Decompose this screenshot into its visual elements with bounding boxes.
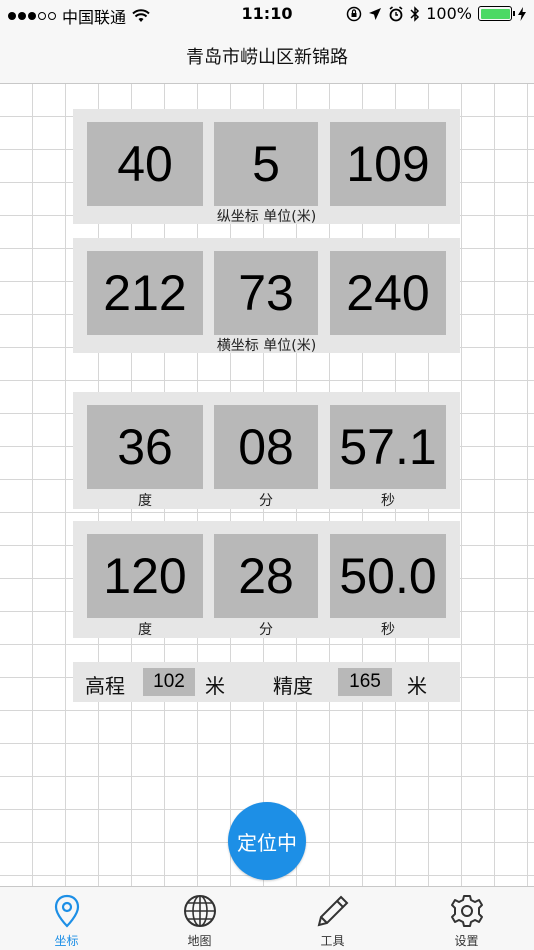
coordinate-content: 40 5 109 纵坐标 单位(米) 212 73 240 横坐标 单位(米) …: [0, 84, 534, 886]
locate-button[interactable]: 定位中: [228, 802, 306, 880]
tab-map-label: 地图: [187, 934, 212, 948]
easting-caption: 横坐标 单位(米): [216, 338, 317, 354]
bluetooth-icon: [410, 5, 420, 22]
tab-map[interactable]: 地图: [133, 887, 266, 950]
tab-settings[interactable]: 设置: [400, 887, 533, 950]
rotation-lock-icon: [347, 6, 362, 21]
page-title: 青岛市崂山区新锦路: [186, 46, 348, 68]
latitude-degrees: 36: [87, 405, 203, 489]
easting-value-1: 212: [87, 251, 203, 335]
longitude-degrees: 120: [87, 534, 203, 618]
elevation-accuracy-row: 高程 102 米 精度 165 米: [73, 662, 460, 702]
elevation-label: 高程: [85, 674, 125, 698]
tab-coordinates[interactable]: 坐标: [0, 887, 133, 950]
latitude-degrees-unit: 度: [138, 493, 152, 509]
gear-icon: [450, 895, 483, 927]
northing-value-1: 40: [87, 122, 203, 206]
tab-bar: 坐标 地图 工具 设置: [0, 886, 534, 950]
navigation-bar: 青岛市崂山区新锦路: [0, 28, 534, 84]
longitude-seconds-unit: 秒: [381, 622, 395, 638]
location-arrow-icon: [369, 7, 382, 20]
accuracy-label: 精度: [273, 674, 313, 698]
northing-value-2: 5: [214, 122, 318, 206]
easting-value-2: 73: [214, 251, 318, 335]
tab-tools[interactable]: 工具: [266, 887, 399, 950]
longitude-degrees-unit: 度: [138, 622, 152, 638]
accuracy-unit: 米: [407, 674, 427, 698]
tab-settings-label: 设置: [454, 934, 479, 948]
tab-tools-label: 工具: [320, 934, 345, 948]
northing-value-3: 109: [330, 122, 446, 206]
elevation-value: 102: [143, 668, 195, 696]
latitude-seconds: 57.1: [330, 405, 446, 489]
tab-coordinates-label: 坐标: [54, 934, 79, 948]
alarm-icon: [389, 5, 403, 21]
battery-icon: [478, 6, 515, 21]
latitude-seconds-unit: 秒: [381, 493, 395, 509]
northing-caption: 纵坐标 单位(米): [216, 209, 317, 225]
northing-panel: 40 5 109 纵坐标 单位(米): [73, 109, 460, 225]
latitude-panel: 36 08 57.1 度 分 秒: [73, 392, 460, 509]
battery-percent: 100%: [426, 4, 472, 23]
easting-value-3: 240: [330, 251, 446, 335]
charging-bolt-icon: [518, 6, 526, 21]
latitude-minutes: 08: [214, 405, 318, 489]
accuracy-value: 165: [338, 668, 392, 696]
location-pin-icon: [54, 894, 79, 928]
easting-panel: 212 73 240 横坐标 单位(米): [73, 238, 460, 354]
longitude-seconds: 50.0: [330, 534, 446, 618]
longitude-panel: 120 28 50.0 度 分 秒: [73, 521, 460, 638]
longitude-minutes-unit: 分: [259, 622, 273, 638]
status-right: 100%: [346, 4, 526, 23]
elevation-unit: 米: [205, 674, 225, 698]
longitude-minutes: 28: [214, 534, 318, 618]
status-bar: 中国联通 11:10 100%: [0, 0, 534, 28]
pencil-icon: [317, 895, 348, 927]
latitude-minutes-unit: 分: [259, 493, 273, 509]
globe-icon: [183, 895, 216, 927]
